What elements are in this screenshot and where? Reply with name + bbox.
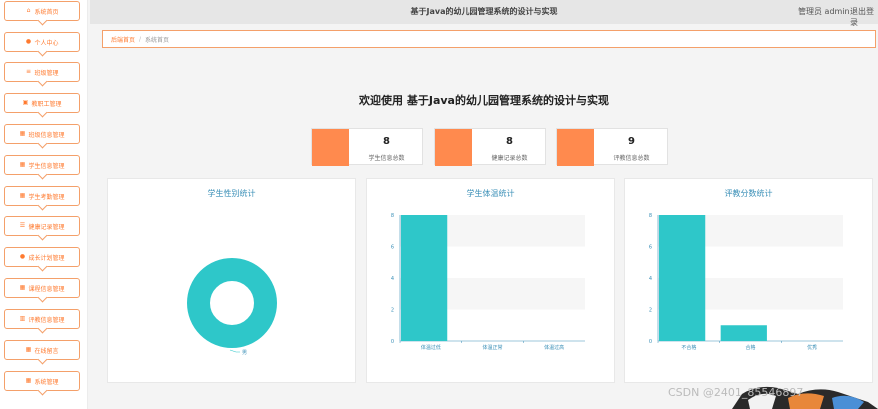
y-tick-label: 6 <box>649 245 652 251</box>
y-tick-label: 6 <box>391 245 394 251</box>
app-title: 基于Java的幼儿园管理系统的设计与实现 <box>410 7 558 16</box>
sidebar-item-label: 课程信息管理 <box>28 285 65 293</box>
stat-color-block <box>435 129 472 166</box>
stat-value: 8 <box>383 136 390 147</box>
x-tick-label: 体温过高 <box>544 344 564 351</box>
welcome-title: 欢迎使用 基于Java的幼儿园管理系统的设计与实现 <box>359 94 609 107</box>
breadcrumb-home[interactable]: 后端首页 <box>111 35 135 44</box>
stat-card-students: 8 学生信息总数 <box>311 128 423 166</box>
sidebar-item-label: 教职工管理 <box>31 100 62 108</box>
breadcrumb-separator: / <box>139 35 142 43</box>
csdn-watermark: CSDN @2401_85546897 <box>668 386 804 399</box>
sidebar-item[interactable]: ☰ 健康记录管理 <box>4 216 80 236</box>
bar-chart-icon: ▥ <box>19 315 26 322</box>
x-tick-label: 不合格 <box>681 344 696 351</box>
user-icon: ● <box>19 253 26 260</box>
grid-icon: ▦ <box>19 161 26 168</box>
y-tick-label: 8 <box>391 213 394 219</box>
sidebar-item-label: 班级信息管理 <box>28 131 65 139</box>
sidebar-item[interactable]: ▥ 评教信息管理 <box>4 309 80 329</box>
top-bar: 基于Java的幼儿园管理系统的设计与实现 管理员 admin 退出登录 <box>90 0 878 27</box>
sidebar-item[interactable]: ▦ 在线留言 <box>4 340 80 360</box>
home-icon: ⌂ <box>26 7 31 14</box>
grid-icon: ▦ <box>25 346 32 353</box>
y-tick-label: 4 <box>649 276 652 282</box>
sidebar-item[interactable]: ⌂ 系统首页 <box>4 1 80 21</box>
x-tick-label: 合格 <box>745 344 755 351</box>
y-tick-label: 8 <box>649 213 652 219</box>
sidebar-item-label: 个人中心 <box>34 39 59 47</box>
y-tick-label: 0 <box>391 339 394 345</box>
sidebar-item-label: 班级管理 <box>34 69 59 77</box>
briefcase-icon: ▣ <box>22 99 29 106</box>
pie-label-line <box>229 349 240 353</box>
breadcrumb: 后端首页 / 系统首页 <box>102 30 876 48</box>
current-user: 管理员 admin <box>798 7 850 16</box>
grid-icon: ▦ <box>19 192 26 199</box>
sidebar-item[interactable]: ▦ 课程信息管理 <box>4 278 80 298</box>
grid-icon: ▦ <box>19 284 26 291</box>
logout-link[interactable]: 退出登录 <box>850 6 878 28</box>
temperature-bar-chart: 0 2 4 6 8 体温过低 体温正常 体温过高 <box>391 213 585 351</box>
y-tick-label: 0 <box>649 339 652 345</box>
sidebar: ⌂ 系统首页 ● 个人中心 ≡ 班级管理 ▣ 教职工管理 ▦ 班级信息管理 ▦ 学生信息管理 ▦ 学生考勤… <box>0 0 88 409</box>
sidebar-item-label: 健康记录管理 <box>28 223 65 231</box>
stat-label: 学生信息总数 <box>368 155 405 162</box>
sidebar-item[interactable]: ≡ 班级管理 <box>4 62 80 82</box>
sidebar-item[interactable]: ● 个人中心 <box>4 32 80 52</box>
sidebar-item-label: 学生信息管理 <box>28 162 65 170</box>
stat-color-block <box>557 129 594 166</box>
stat-value: 8 <box>506 136 513 147</box>
stat-value: 9 <box>628 136 635 147</box>
sidebar-item-label: 评教信息管理 <box>28 316 65 324</box>
sidebar-item-label: 系统首页 <box>34 8 59 16</box>
gender-pie-chart: 男 <box>187 258 277 356</box>
x-tick-label: 优秀 <box>807 344 817 351</box>
y-tick-label: 4 <box>391 276 394 282</box>
x-tick-label: 体温过低 <box>421 344 441 351</box>
sidebar-item[interactable]: ▦ 学生信息管理 <box>4 155 80 175</box>
evaluation-bar-chart: 0 2 4 6 8 不合格 合格 优秀 <box>649 213 843 351</box>
sidebar-item[interactable]: ● 成长计划管理 <box>4 247 80 267</box>
sidebar-item[interactable]: ▣ 教职工管理 <box>4 93 80 113</box>
sidebar-item-label: 系统管理 <box>34 378 59 386</box>
y-tick-label: 2 <box>391 308 394 314</box>
pie-label: 男 <box>242 350 247 356</box>
sidebar-item[interactable]: ▦ 学生考勤管理 <box>4 186 80 206</box>
sliders-icon: ☰ <box>19 222 26 229</box>
evaluation-chart-panel: 评教分数统计 0 2 4 6 8 不合格 合格 优秀 <box>624 178 873 383</box>
grid-icon: ▦ <box>19 130 26 137</box>
sidebar-item-label: 成长计划管理 <box>28 254 65 262</box>
stat-card-health: 8 健康记录总数 <box>434 128 546 166</box>
bar <box>401 215 448 341</box>
gender-chart-panel: 学生性别统计 男 <box>107 178 356 383</box>
sidebar-item-label: 学生考勤管理 <box>28 193 65 201</box>
bar <box>720 325 767 341</box>
temperature-chart-panel: 学生体温统计 0 2 4 6 8 体温过低 体温正常 体温过高 <box>366 178 615 383</box>
stat-label: 健康记录总数 <box>491 155 528 162</box>
sidebar-item-label: 在线留言 <box>34 347 59 355</box>
sidebar-item[interactable]: ▦ 班级信息管理 <box>4 124 80 144</box>
y-tick-label: 2 <box>649 308 652 314</box>
pie-slice <box>187 258 277 348</box>
sidebar-item[interactable]: ▦ 系统管理 <box>4 371 80 391</box>
stat-color-block <box>312 129 349 166</box>
breadcrumb-current: 系统首页 <box>145 36 170 44</box>
stat-card-evaluation: 9 评教信息总数 <box>556 128 668 166</box>
grid-icon: ▦ <box>25 377 32 384</box>
list-icon: ≡ <box>25 68 31 75</box>
stat-label: 评教信息总数 <box>613 155 650 162</box>
x-tick-label: 体温正常 <box>482 344 502 351</box>
user-icon: ● <box>25 38 32 45</box>
bar <box>659 215 706 341</box>
